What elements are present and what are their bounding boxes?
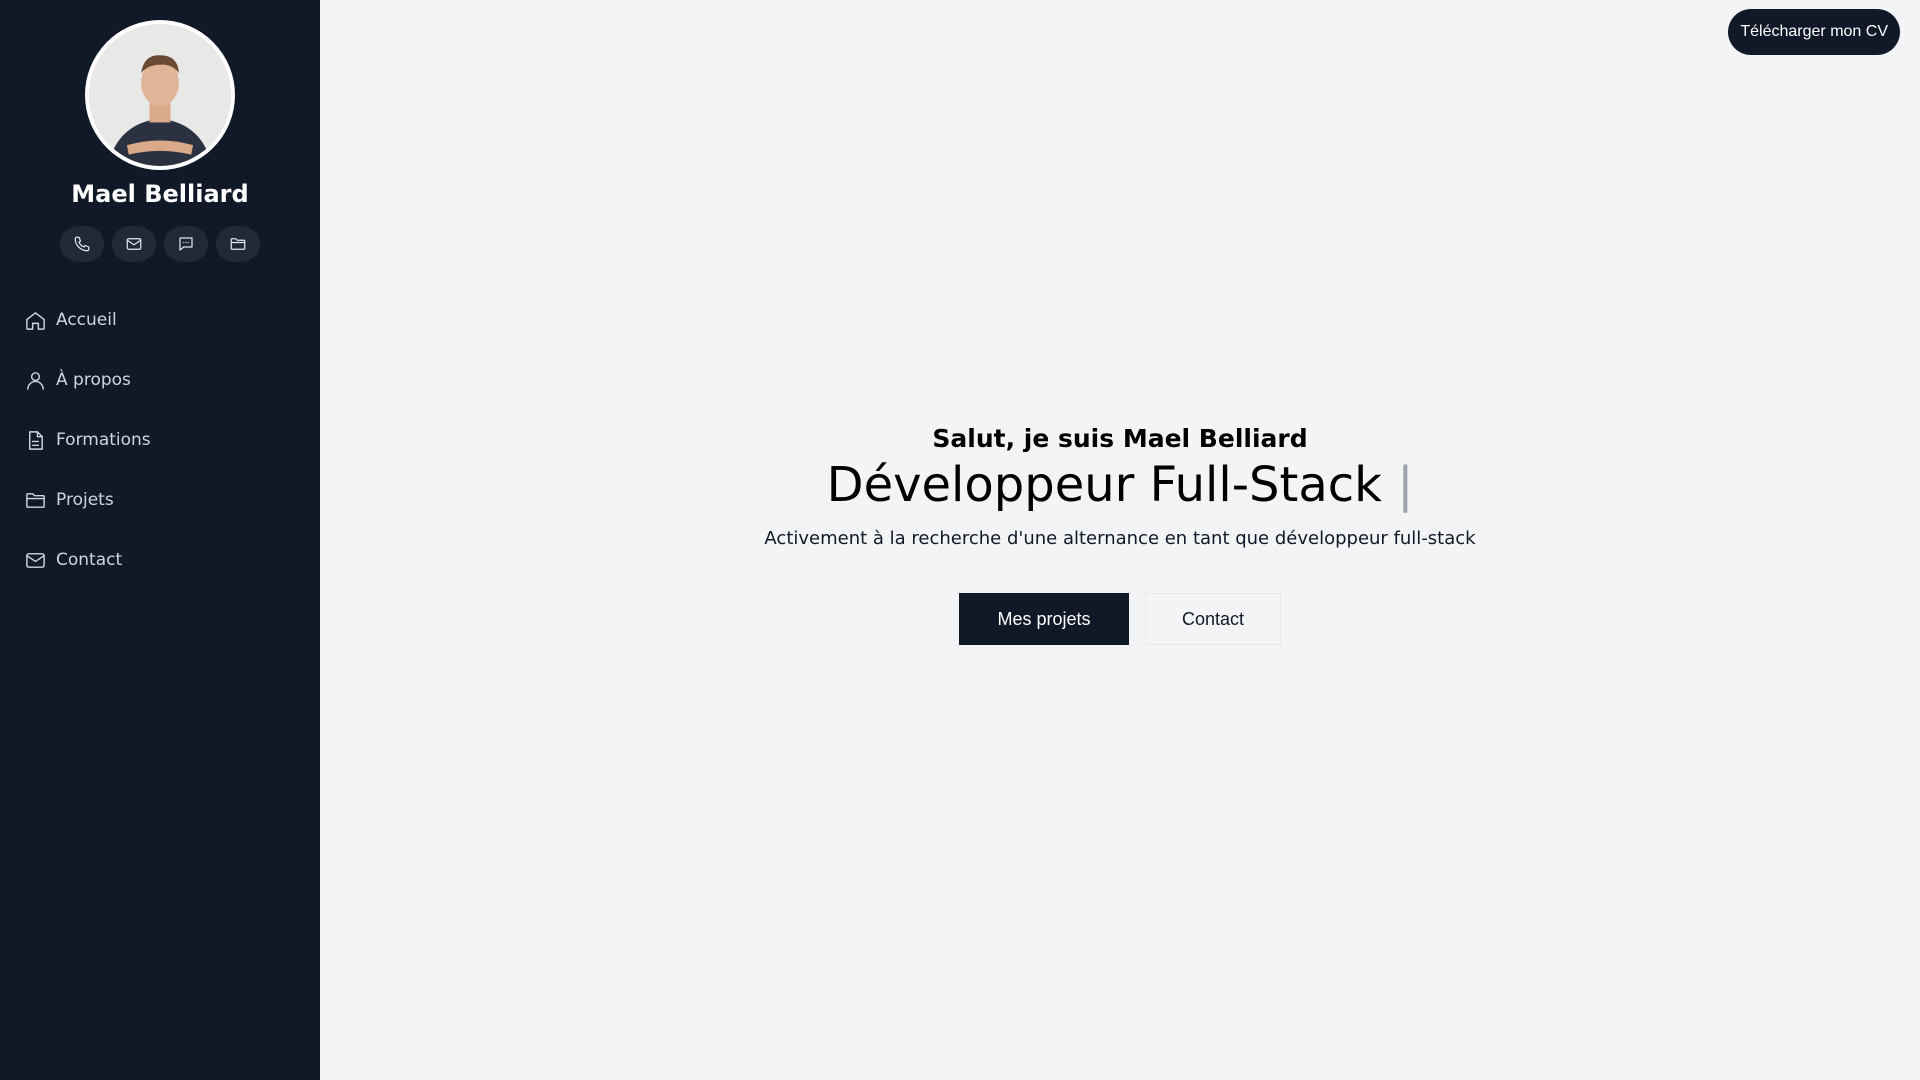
sidebar-item-label: Formations — [56, 430, 151, 450]
phone-icon — [74, 236, 90, 252]
hero-actions: Mes projets Contact — [320, 593, 1920, 645]
sidebar-item-accueil[interactable]: Accueil — [0, 290, 320, 350]
sidebar-item-projets[interactable]: Projets — [0, 470, 320, 530]
download-cv-button[interactable]: Télécharger mon CV — [1728, 9, 1900, 55]
hero-tagline: Activement à la recherche d'une alternan… — [764, 528, 1476, 549]
hero-greeting: Salut, je suis Mael Belliard — [932, 424, 1308, 453]
email-button[interactable] — [112, 226, 156, 262]
sidebar-item-a-propos[interactable]: À propos — [0, 350, 320, 410]
sidebar-item-formations[interactable]: Formations — [0, 410, 320, 470]
profile-name: Mael Belliard — [71, 180, 249, 208]
message-button[interactable] — [164, 226, 208, 262]
phone-button[interactable] — [60, 226, 104, 262]
typing-cursor: | — [1397, 457, 1414, 513]
sidebar-item-label: Projets — [56, 490, 114, 510]
chat-icon — [179, 237, 193, 251]
sidebar: Mael Belliard Accueil À propos Formation… — [0, 0, 320, 1080]
sidebar-item-label: Accueil — [56, 310, 117, 330]
avatar-photo — [89, 24, 231, 166]
sidebar-nav: Accueil À propos Formations Projets Cont… — [0, 290, 320, 590]
social-links — [60, 226, 260, 262]
main-content: Télécharger mon CV Salut, je suis Mael B… — [320, 0, 1920, 1080]
mail-icon — [26, 552, 45, 568]
my-projects-button[interactable]: Mes projets — [959, 593, 1129, 645]
home-icon — [26, 311, 45, 330]
user-icon — [27, 371, 44, 390]
document-icon — [29, 430, 43, 450]
sidebar-item-contact[interactable]: Contact — [0, 530, 320, 590]
sidebar-item-label: Contact — [56, 550, 123, 570]
folder-icon — [26, 492, 45, 508]
avatar — [85, 20, 235, 170]
hero-role-text: Développeur Full-Stack — [826, 457, 1382, 513]
folder-icon — [230, 238, 246, 250]
mail-icon — [126, 238, 142, 250]
hero-section: Salut, je suis Mael Belliard Développeur… — [320, 420, 1920, 645]
contact-button[interactable]: Contact — [1145, 593, 1281, 645]
portfolio-button[interactable] — [216, 226, 260, 262]
sidebar-item-label: À propos — [56, 370, 131, 390]
hero-role: Développeur Full-Stack | — [320, 458, 1920, 512]
